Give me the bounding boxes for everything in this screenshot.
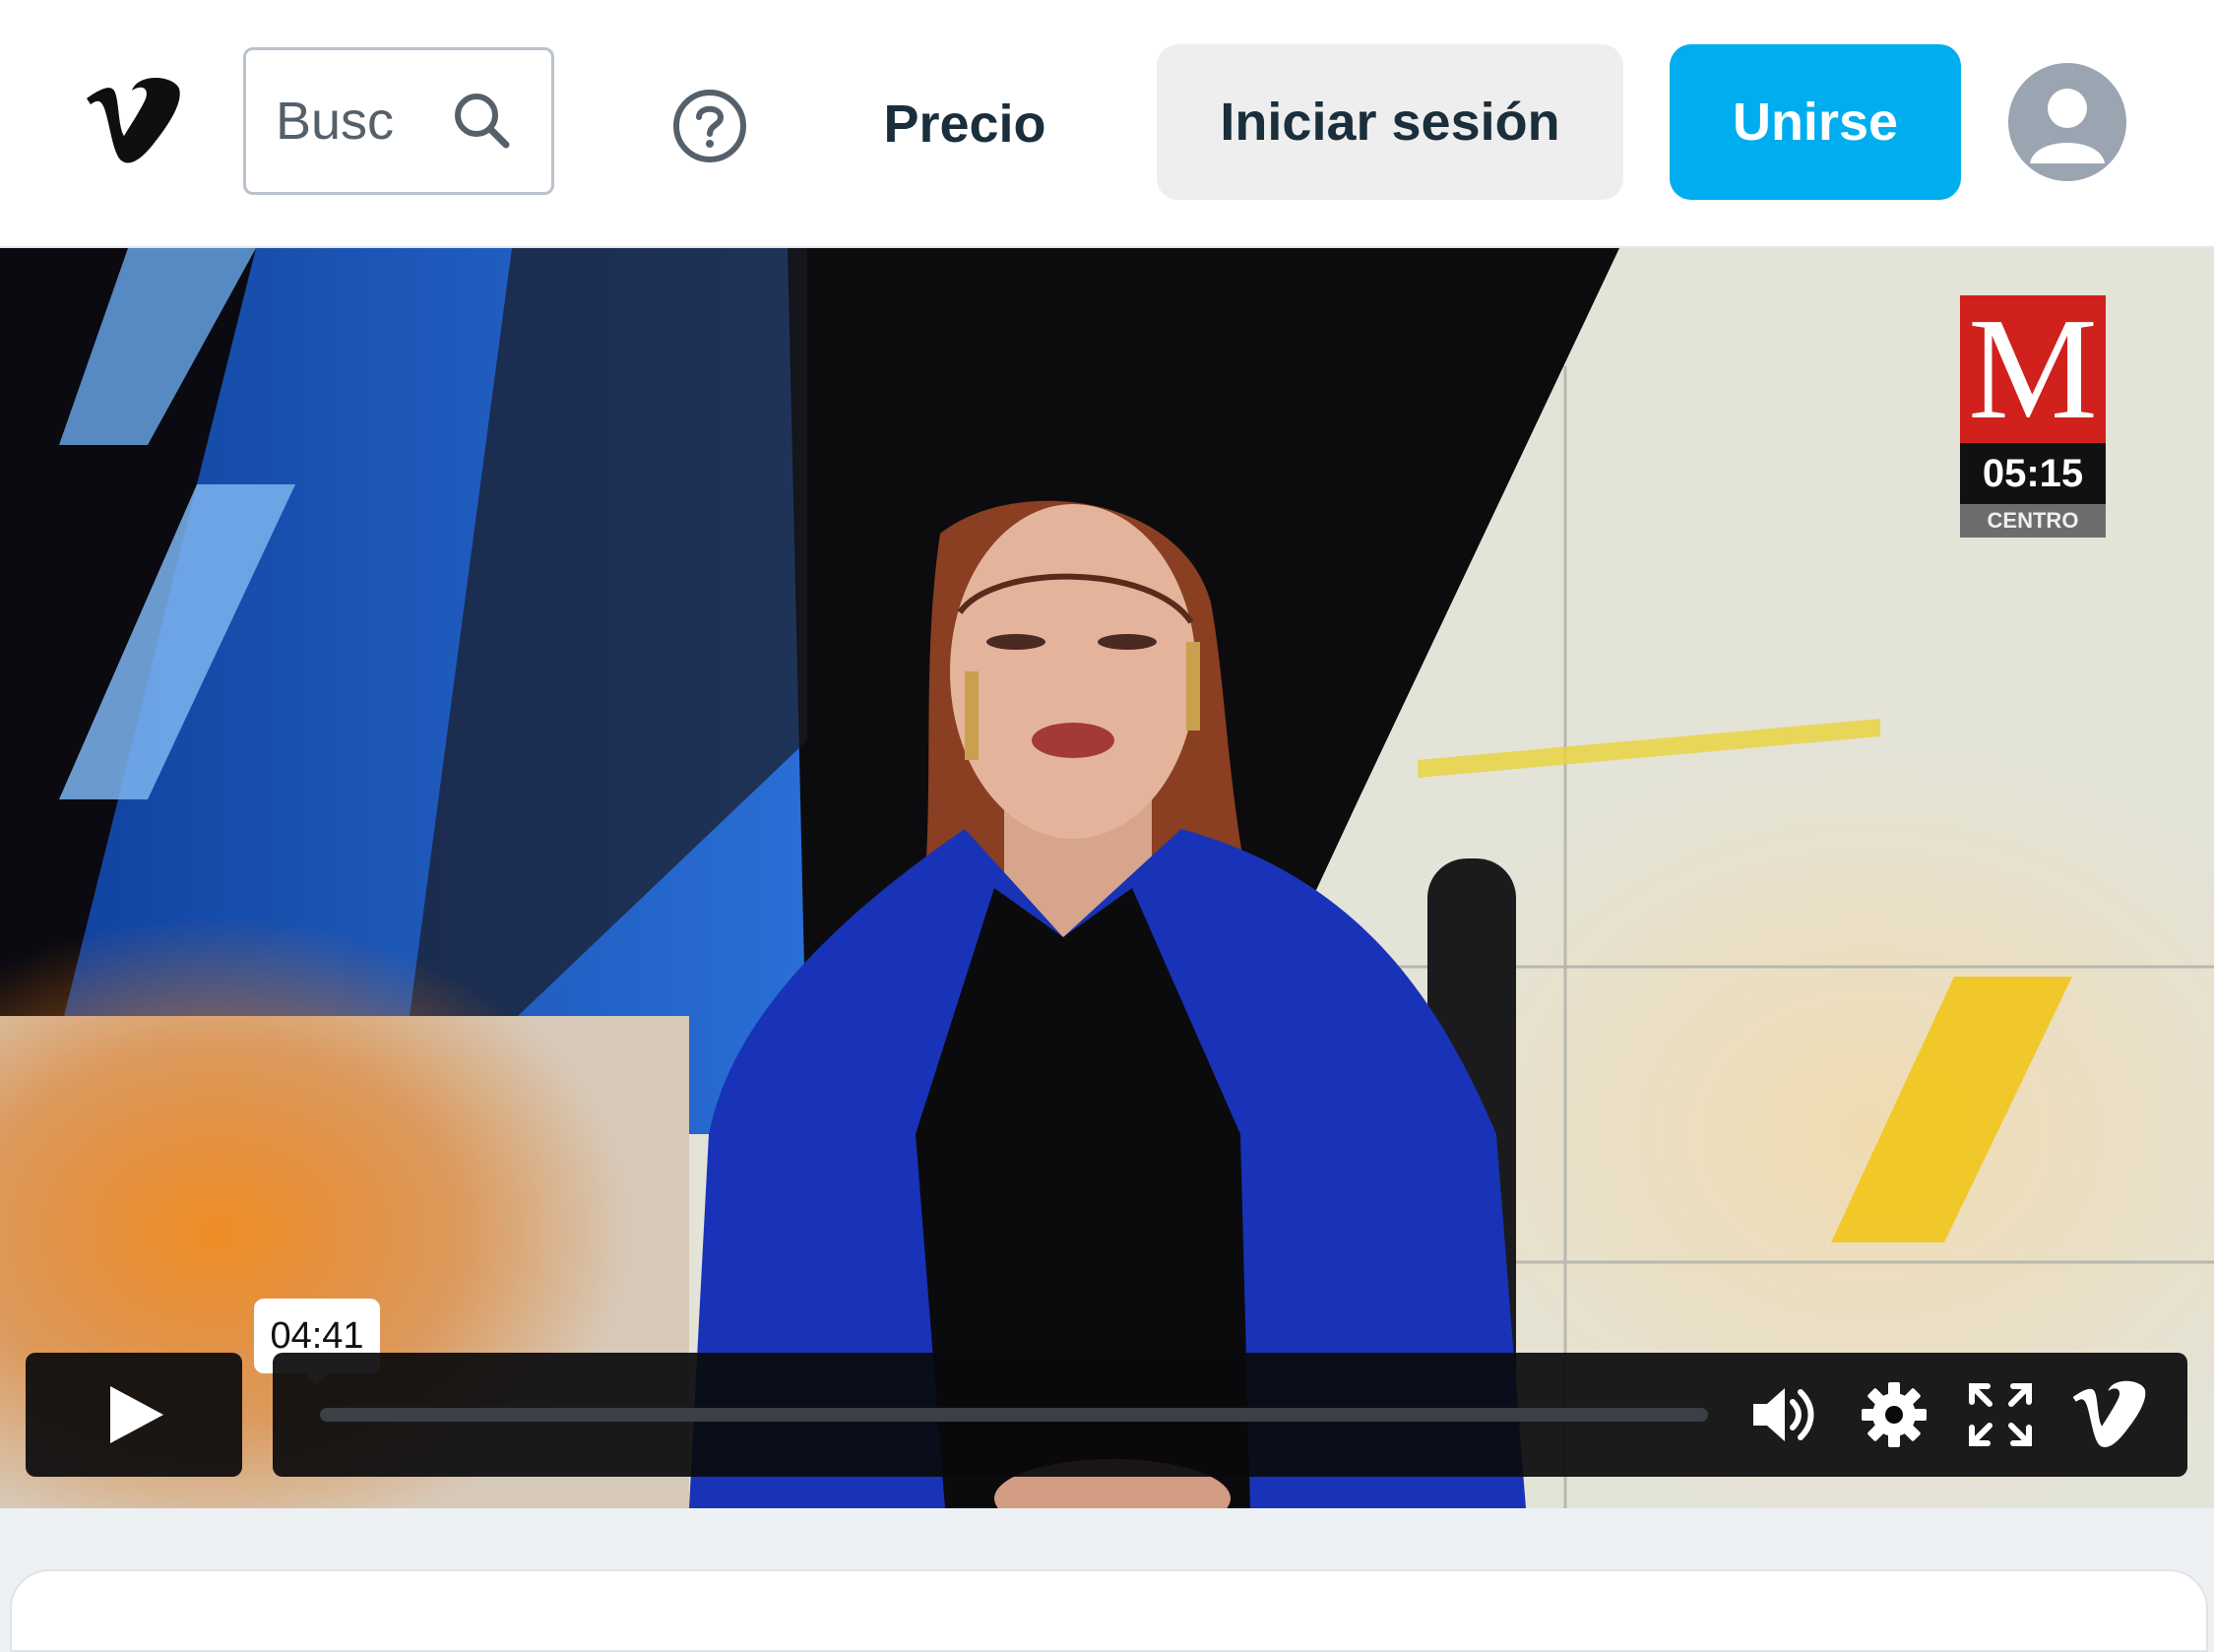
vimeo-logo-icon[interactable] — [85, 77, 183, 165]
help-circle-icon[interactable] — [670, 87, 749, 165]
progress-bar[interactable] — [320, 1408, 1708, 1422]
channel-logo-letter: M — [1960, 295, 2106, 443]
play-button[interactable] — [26, 1353, 242, 1477]
channel-logo-time: 05:15 — [1960, 443, 2106, 504]
site-header: Precio Iniciar sesión Unirse — [0, 0, 2214, 248]
content-card — [10, 1569, 2208, 1652]
user-silhouette-icon — [2030, 89, 2105, 163]
user-avatar-icon[interactable] — [2008, 63, 2126, 181]
join-button[interactable]: Unirse — [1670, 44, 1961, 200]
pricing-link[interactable]: Precio — [866, 89, 1063, 159]
video-player[interactable]: M 05:15 CENTRO 04:41 — [0, 248, 2214, 1508]
login-button[interactable]: Iniciar sesión — [1157, 44, 1623, 200]
fullscreen-icon[interactable] — [1966, 1380, 2035, 1449]
search-box[interactable] — [243, 47, 554, 195]
play-icon — [110, 1386, 163, 1443]
vimeo-icon[interactable] — [2070, 1380, 2149, 1449]
control-bar — [273, 1353, 2187, 1477]
settings-icon[interactable] — [1860, 1380, 1929, 1449]
search-icon[interactable] — [451, 90, 512, 151]
volume-icon[interactable] — [1749, 1380, 1818, 1449]
channel-logo-region: CENTRO — [1960, 504, 2106, 538]
channel-logo: M 05:15 CENTRO — [1960, 295, 2106, 546]
search-input[interactable] — [276, 86, 404, 157]
